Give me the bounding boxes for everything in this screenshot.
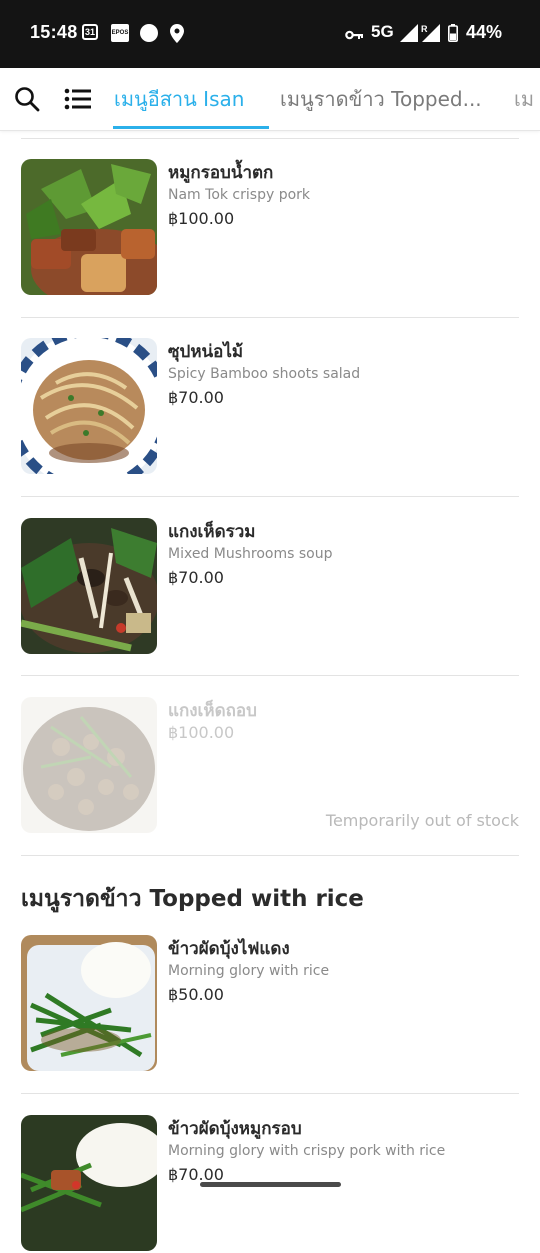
status-time: 15:48 bbox=[30, 22, 78, 42]
out-of-stock-label: Temporarily out of stock bbox=[325, 811, 519, 830]
item-name: ข้าวผัดบุ้งไฟแดง bbox=[168, 939, 290, 959]
active-tab-indicator bbox=[113, 126, 269, 129]
item-name: แกงเห็ดถอบ bbox=[168, 701, 257, 721]
item-name: หมูกรอบน้ำตก bbox=[168, 163, 274, 183]
network-type: 5G bbox=[371, 22, 394, 41]
item-description: Nam Tok crispy pork bbox=[168, 187, 311, 203]
battery-icon bbox=[448, 24, 458, 46]
battery-percent: 44% bbox=[465, 22, 502, 42]
item-price: ฿70.00 bbox=[168, 388, 224, 407]
epos-icon: EPOS bbox=[111, 24, 129, 42]
category-tab-bar: เมนูอีสาน Isan เมนูราดข้าว Topped... เม bbox=[0, 68, 540, 131]
item-price: ฿50.00 bbox=[168, 985, 224, 1004]
food-photo bbox=[21, 697, 157, 833]
roaming-signal-icon: R bbox=[420, 22, 440, 46]
food-photo bbox=[21, 518, 157, 654]
menu-item-out-of-stock[interactable]: แกงเห็ดถอบ ฿100.00 Temporarily out of st… bbox=[21, 697, 519, 835]
divider bbox=[21, 675, 519, 676]
food-photo bbox=[21, 159, 157, 295]
item-name: ซุปหน่อไม้ bbox=[168, 342, 244, 362]
signal-icon bbox=[400, 24, 418, 46]
circle-notification-icon bbox=[140, 24, 158, 42]
tab-next[interactable]: เม bbox=[514, 68, 534, 130]
food-photo bbox=[21, 338, 157, 474]
menu-item-bamboo-shoots-salad[interactable]: ซุปหน่อไม้ Spicy Bamboo shoots salad ฿70… bbox=[21, 338, 519, 476]
divider bbox=[21, 855, 519, 856]
item-description: Morning glory with rice bbox=[168, 963, 330, 979]
tab-isan[interactable]: เมนูอีสาน Isan bbox=[114, 68, 244, 130]
item-description: Mixed Mushrooms soup bbox=[168, 546, 333, 562]
roaming-label: R bbox=[421, 24, 428, 34]
food-photo bbox=[21, 1115, 157, 1251]
divider bbox=[21, 496, 519, 497]
menu-item-morning-glory-rice[interactable]: ข้าวผัดบุ้งไฟแดง Morning glory with rice… bbox=[21, 935, 519, 1073]
search-icon[interactable] bbox=[14, 86, 40, 112]
item-name: แกงเห็ดรวม bbox=[168, 522, 256, 542]
location-icon bbox=[170, 24, 184, 47]
home-indicator[interactable] bbox=[200, 1182, 341, 1187]
item-price: ฿70.00 bbox=[168, 568, 224, 587]
status-bar: 15:48 31 EPOS 5G R 44% bbox=[0, 0, 540, 68]
menu-item-nam-tok-crispy-pork[interactable]: หมูกรอบน้ำตก Nam Tok crispy pork ฿100.00 bbox=[21, 159, 519, 297]
item-price: ฿100.00 bbox=[168, 209, 235, 228]
calendar-icon: 31 bbox=[82, 24, 98, 40]
item-name: ข้าวผัดบุ้งหมูกรอบ bbox=[168, 1119, 302, 1139]
section-title: เมนูราดข้าว Topped with rice bbox=[21, 886, 364, 912]
divider bbox=[21, 1093, 519, 1094]
item-price: ฿100.00 bbox=[168, 723, 235, 742]
item-description: Spicy Bamboo shoots salad bbox=[168, 366, 361, 382]
vpn-key-icon bbox=[345, 26, 363, 45]
divider bbox=[21, 317, 519, 318]
list-menu-icon[interactable] bbox=[64, 86, 91, 112]
menu-item-mixed-mushrooms-soup[interactable]: แกงเห็ดรวม Mixed Mushrooms soup ฿70.00 bbox=[21, 518, 519, 656]
food-photo bbox=[21, 935, 157, 1071]
item-description: Morning glory with crispy pork with rice bbox=[168, 1143, 446, 1159]
divider bbox=[21, 138, 519, 139]
tab-topped-with-rice[interactable]: เมนูราดข้าว Topped... bbox=[280, 68, 492, 130]
